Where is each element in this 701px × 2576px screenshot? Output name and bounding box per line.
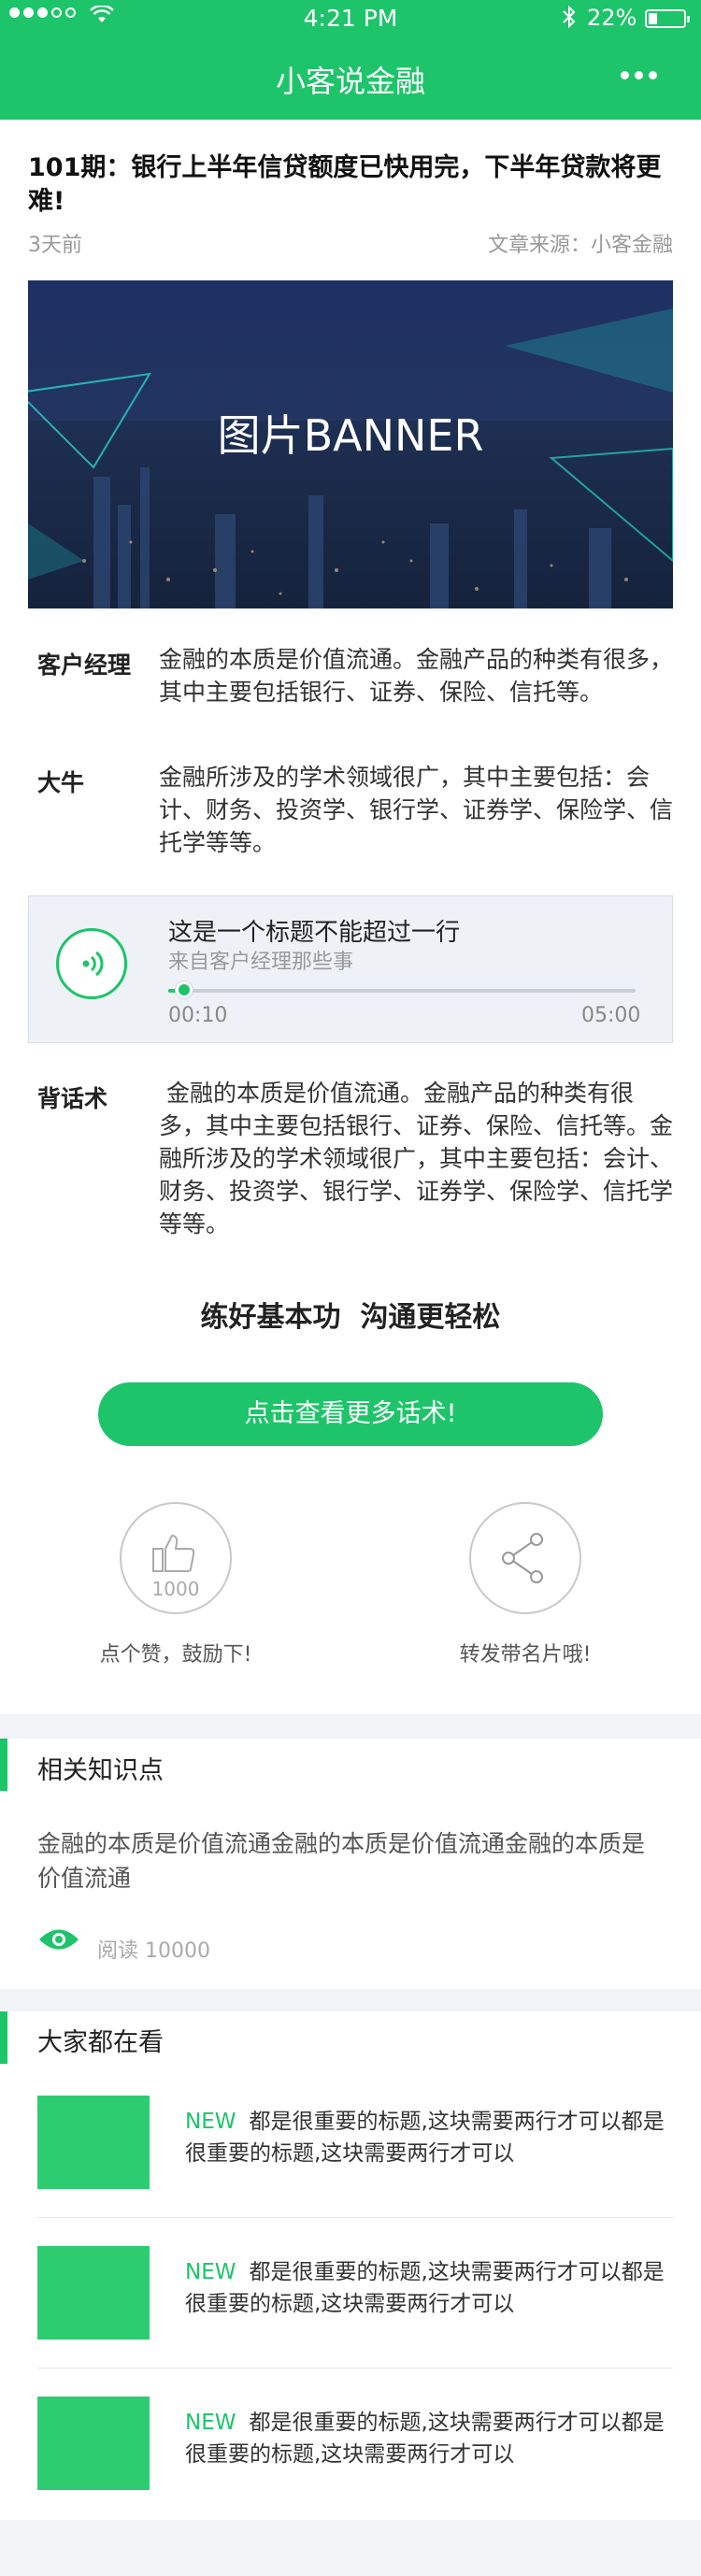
article-age: 3天前 [28,234,82,257]
current-time: 00:10 [168,1004,228,1027]
read-number: 10000 [145,1939,211,1963]
list-item-title: 都是很重要的标题,这块需要两行才可以都是很重要的标题,这块需要两行才可以 [185,2411,665,2467]
list-item[interactable]: NEW 都是很重要的标题,这块需要两行才可以都是很重要的标题,这块需要两行才可以 [185,2407,671,2470]
read-label: 阅读 [97,1939,139,1963]
play-button[interactable] [56,928,127,999]
audio-subtitle: 来自客户经理那些事 [168,951,354,974]
article-source: 文章来源：小客金融 [487,234,673,257]
list-item[interactable]: NEW 都是很重要的标题,这块需要两行才可以都是很重要的标题,这块需要两行才可以 [185,2106,671,2169]
row-text: 金融的本质是价值流通。金融产品的种类有很多，其中主要包括银行、证券、保险、信托等… [159,1080,674,1238]
share-icon [502,1533,543,1583]
audio-title: 这是一个标题不能超过一行 [168,919,461,947]
list-item[interactable]: NEW 都是很重要的标题,这块需要两行才可以都是很重要的标题,这块需要两行才可以 [185,2256,671,2320]
share-button[interactable] [469,1502,581,1614]
more-icon[interactable] [621,56,667,93]
new-badge: NEW [185,2260,236,2284]
article-thumbnail[interactable] [37,2246,150,2340]
sound-wave-icon [82,951,104,977]
progress-track[interactable] [168,989,636,993]
section-accent-bar [0,1739,7,1791]
read-count: 阅读 10000 [97,1934,210,1964]
article-thumbnail[interactable] [37,2096,150,2189]
section-accent-bar [0,2011,7,2064]
popular-title: 大家都在看 [37,2028,164,2057]
list-item-title: 都是很重要的标题,这块需要两行才可以都是很重要的标题,这块需要两行才可以 [185,2260,665,2316]
progress-handle[interactable] [176,981,193,998]
row-text: 金融的本质是价值流通。金融产品的种类有很多，其中主要包括银行、证券、保险、信托等… [159,646,674,706]
knowledge-title: 相关知识点 [37,1756,164,1785]
total-time: 05:00 [581,1004,641,1027]
new-badge: NEW [185,2110,236,2134]
banner-image[interactable]: 图片BANNER [28,280,673,608]
new-badge: NEW [185,2411,236,2435]
article-title: 101期：银行上半年信贷额度已快用完，下半年贷款将更难! [28,153,662,216]
row-label: 客户经理 [37,651,132,679]
row-text: 金融所涉及的学术领域很广，其中主要包括：会计、财务、投资学、银行学、证券学、保险… [159,764,674,856]
status-bar: 4:21 PM 22% [0,0,701,37]
like-count: 1000 [151,1578,200,1600]
page-title: 小客说金融 [275,64,425,99]
battery-icon [645,9,690,28]
thumbs-up-icon [152,1534,195,1572]
banner-text: 图片BANNER [217,410,484,461]
knowledge-text[interactable]: 金融的本质是价值流通金融的本质是价值流通金融的本质是价值流通 [37,1826,664,1896]
divider [37,2217,673,2218]
like-caption: 点个赞，鼓励下! [99,1643,252,1667]
article-thumbnail[interactable] [37,2397,150,2490]
eye-icon [39,1929,79,1950]
row-label: 大牛 [37,769,85,796]
row-label: 背话术 [37,1085,108,1112]
more-scripts-button[interactable]: 点击查看更多话术! [98,1382,603,1446]
slogan: 练好基本功 沟通更轻松 [200,1301,501,1334]
battery-percent: 22% [587,5,637,31]
bluetooth-icon [563,5,576,29]
share-caption: 转发带名片哦! [459,1643,592,1667]
list-item-title: 都是很重要的标题,这块需要两行才可以都是很重要的标题,这块需要两行才可以 [185,2110,665,2166]
